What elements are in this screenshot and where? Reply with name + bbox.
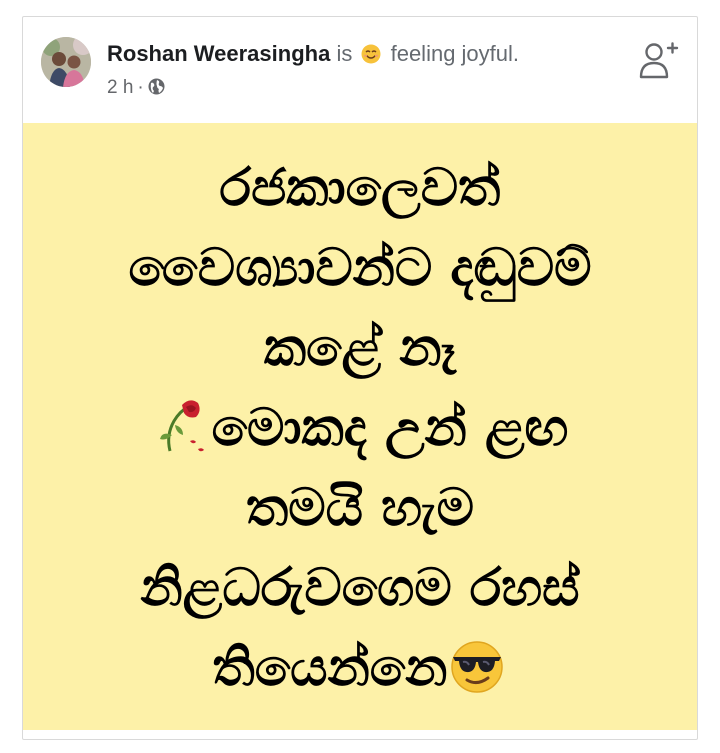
post-text-line: තියෙන්නෙ — [128, 628, 591, 708]
smiling-face-emoji-icon — [361, 44, 381, 64]
author-name[interactable]: Roshan Weerasingha — [107, 41, 330, 66]
post-text-line: තමයි හැම — [246, 477, 474, 538]
post-text-line: රජකාලෙවත් — [219, 157, 501, 218]
post-text-line: වෛශ්‍යාවන්ට දඬුවම් — [128, 237, 592, 298]
wilted-rose-emoji-icon — [159, 399, 204, 451]
post-text-line: නිළධරුවගෙම රහස් — [140, 557, 580, 618]
post-text-line-content: මොකද උන් ළඟ — [211, 397, 569, 458]
meta-separator: · — [137, 77, 144, 98]
post-header: Roshan Weerasingha is feeling joyful. 2 … — [23, 17, 697, 123]
post-meta: 2 h · — [107, 75, 165, 101]
post-card: Roshan Weerasingha is feeling joyful. 2 … — [22, 16, 698, 740]
post-text: රජකාලෙවත් වෛශ්‍යාවන්ට දඬුවම් කළේ නෑ මොකද… — [128, 146, 591, 708]
add-friend-button[interactable] — [635, 37, 681, 83]
add-friend-icon — [639, 42, 679, 79]
activity-prefix: is — [336, 41, 353, 66]
post-headline: Roshan Weerasingha is feeling joyful. — [107, 39, 519, 69]
post-text-line: මොකද උන් ළඟ — [128, 388, 591, 468]
post-timestamp[interactable]: 2 h — [107, 77, 133, 98]
post-text-line: කළේ නෑ — [263, 317, 457, 378]
post-text-panel[interactable]: රජකාලෙවත් වෛශ්‍යාවන්ට දඬුවම් කළේ නෑ මොකද… — [23, 123, 697, 730]
sunglasses-face-emoji-icon — [451, 640, 504, 693]
feeling-text[interactable]: feeling joyful. — [391, 41, 519, 66]
avatar[interactable] — [41, 37, 91, 87]
post-text-line-content: තියෙන්නෙ — [212, 637, 448, 698]
globe-icon[interactable] — [148, 78, 165, 95]
